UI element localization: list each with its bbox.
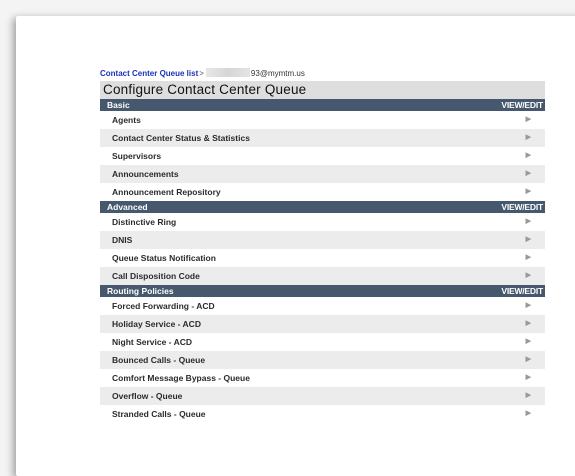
arrow-right-icon: ▶ [525, 170, 531, 177]
breadcrumb-queue-name: 93@mymtm.us [250, 69, 305, 78]
list-item-agents[interactable]: Agents ▶ [100, 111, 545, 129]
list-item-label: Holiday Service - ACD [112, 319, 201, 329]
list-item-label: Call Disposition Code [112, 271, 200, 281]
arrow-right-icon: ▶ [525, 374, 531, 381]
arrow-right-icon: ▶ [525, 410, 531, 417]
list-item-label: Distinctive Ring [112, 217, 177, 227]
section-header-routing-policies: Routing Policies VIEW/EDIT [100, 285, 545, 297]
section-title: Routing Policies [107, 286, 174, 296]
list-item-dnis[interactable]: DNIS ▶ [100, 231, 545, 249]
section-title: Advanced [107, 202, 148, 212]
list-item-supervisors[interactable]: Supervisors ▶ [100, 147, 545, 165]
list-item-night-service-acd[interactable]: Night Service - ACD ▶ [100, 333, 545, 351]
section-header-basic: Basic VIEW/EDIT [100, 99, 545, 111]
list-item-label: Comfort Message Bypass - Queue [112, 373, 250, 383]
list-item-forced-forwarding-acd[interactable]: Forced Forwarding - ACD ▶ [100, 297, 545, 315]
view-edit-link[interactable]: VIEW/EDIT [501, 99, 543, 111]
arrow-right-icon: ▶ [525, 302, 531, 309]
list-item-distinctive-ring[interactable]: Distinctive Ring ▶ [100, 213, 545, 231]
list-item-bounced-calls-queue[interactable]: Bounced Calls - Queue ▶ [100, 351, 545, 369]
list-item-label: Contact Center Status & Statistics [112, 133, 250, 143]
view-edit-link[interactable]: VIEW/EDIT [501, 201, 543, 213]
arrow-right-icon: ▶ [525, 134, 531, 141]
list-item-call-disposition-code[interactable]: Call Disposition Code ▶ [100, 267, 545, 285]
list-item-label: Announcement Repository [112, 187, 221, 197]
list-item-stranded-calls-queue[interactable]: Stranded Calls - Queue ▶ [100, 405, 545, 423]
list-item-label: Supervisors [112, 151, 162, 161]
section-title: Basic [107, 100, 130, 110]
list-item-label: Bounced Calls - Queue [112, 355, 206, 365]
list-item-label: Announcements [112, 169, 179, 179]
page-card: Contact Center Queue list> 93@mymtm.us Co… [16, 16, 575, 476]
list-item-comfort-message-bypass-queue[interactable]: Comfort Message Bypass - Queue ▶ [100, 369, 545, 387]
list-item-holiday-service-acd[interactable]: Holiday Service - ACD ▶ [100, 315, 545, 333]
list-item-queue-status-notification[interactable]: Queue Status Notification ▶ [100, 249, 545, 267]
list-item-label: Overflow - Queue [112, 391, 183, 401]
list-item-label: Queue Status Notification [112, 253, 216, 263]
arrow-right-icon: ▶ [525, 356, 531, 363]
list-item-announcements[interactable]: Announcements ▶ [100, 165, 545, 183]
breadcrumb-separator: > [199, 69, 204, 78]
arrow-right-icon: ▶ [525, 188, 531, 195]
redacted-queue-id [205, 68, 250, 77]
arrow-right-icon: ▶ [525, 392, 531, 399]
breadcrumb: Contact Center Queue list> 93@mymtm.us [100, 68, 545, 79]
arrow-right-icon: ▶ [525, 272, 531, 279]
arrow-right-icon: ▶ [525, 338, 531, 345]
arrow-right-icon: ▶ [525, 254, 531, 261]
breadcrumb-queue-list-link[interactable]: Contact Center Queue list [100, 69, 198, 78]
list-item-announcement-repository[interactable]: Announcement Repository ▶ [100, 183, 545, 201]
view-edit-link[interactable]: VIEW/EDIT [501, 285, 543, 297]
arrow-right-icon: ▶ [525, 236, 531, 243]
list-item-label: Stranded Calls - Queue [112, 409, 206, 419]
arrow-right-icon: ▶ [525, 152, 531, 159]
list-item-contact-center-status-statistics[interactable]: Contact Center Status & Statistics ▶ [100, 129, 545, 147]
page-title: Configure Contact Center Queue [100, 81, 545, 99]
sections-container: Basic VIEW/EDIT Agents ▶ Contact Center Stat… [100, 99, 545, 423]
queue-config-panel: Contact Center Queue list> 93@mymtm.us Co… [100, 68, 545, 423]
list-item-label: Night Service - ACD [112, 337, 192, 347]
arrow-right-icon: ▶ [525, 116, 531, 123]
arrow-right-icon: ▶ [525, 320, 531, 327]
section-header-advanced: Advanced VIEW/EDIT [100, 201, 545, 213]
list-item-overflow-queue[interactable]: Overflow - Queue ▶ [100, 387, 545, 405]
list-item-label: DNIS [112, 235, 133, 245]
list-item-label: Forced Forwarding - ACD [112, 301, 215, 311]
list-item-label: Agents [112, 115, 141, 125]
arrow-right-icon: ▶ [525, 218, 531, 225]
